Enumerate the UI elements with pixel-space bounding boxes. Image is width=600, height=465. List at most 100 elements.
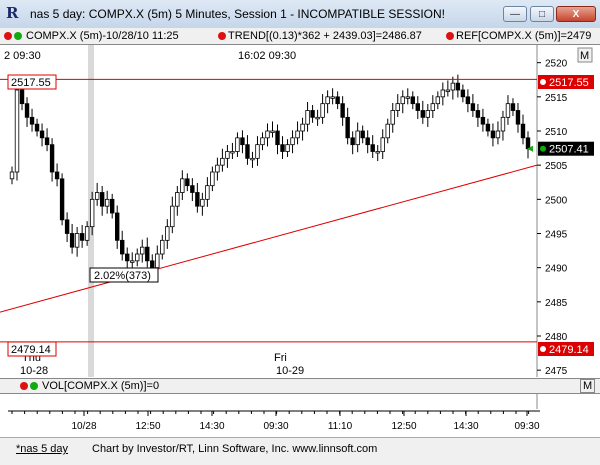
window-title-bar[interactable]: R nas 5 day: COMPX.X (5m) 5 Minutes, Ses… xyxy=(0,0,600,29)
price-chart[interactable]: 2520 2515 2510 2505 2500 2495 2490 2485 2480 2475… xyxy=(0,45,600,377)
y-tick-label: 2505 xyxy=(545,161,568,172)
candle-body xyxy=(135,253,140,262)
app-icon: R xyxy=(6,4,19,22)
candle-body xyxy=(295,130,300,139)
candle-body xyxy=(155,253,160,269)
candle-body xyxy=(515,110,521,125)
series-status-dot-green[interactable] xyxy=(14,32,22,40)
volume-legend[interactable]: VOL[COMPX.X (5m)]=0 xyxy=(42,380,159,392)
volume-status-dot-green[interactable] xyxy=(30,382,38,390)
annotation-text: 2.02%(373) xyxy=(94,270,151,282)
x-tick-label: 12:50 xyxy=(391,421,416,432)
candle-body xyxy=(400,96,405,105)
series-status-dot-red[interactable] xyxy=(4,32,12,40)
candle-body xyxy=(280,144,285,152)
candle-body xyxy=(450,82,456,91)
candle-body xyxy=(39,130,45,139)
maximize-button[interactable]: □ xyxy=(530,6,554,22)
candle-body xyxy=(330,96,335,99)
candle-body xyxy=(305,110,310,125)
candle-body xyxy=(460,89,466,98)
price-chart-svg: 2520 2515 2510 2505 2500 2495 2490 2485 2480 2475… xyxy=(0,45,600,377)
ref-label-top-left: 2517.55 xyxy=(11,77,51,89)
y-tick-label: 2520 xyxy=(545,59,568,70)
candle-body xyxy=(375,151,380,154)
ref-label-bottom-right: 2479.14 xyxy=(549,344,589,356)
candle-body xyxy=(360,130,365,139)
candle-body xyxy=(500,116,506,132)
candle-body xyxy=(185,178,190,187)
candle-body xyxy=(475,110,481,118)
candle-body xyxy=(225,151,230,159)
y-tick-label: 2485 xyxy=(545,298,568,309)
candle-body xyxy=(29,116,35,125)
candle-body xyxy=(310,110,315,118)
candle-body xyxy=(525,137,531,150)
volume-menu-button[interactable]: M xyxy=(580,379,596,393)
candle-body xyxy=(190,185,195,193)
volume-status-dot-red[interactable] xyxy=(20,382,28,390)
candle-body xyxy=(455,82,461,91)
ref-status-dot[interactable] xyxy=(446,32,454,40)
menu-button[interactable]: M xyxy=(577,47,593,63)
chart-tab[interactable]: *nas 5 day xyxy=(16,443,68,455)
x-tick-label: 10/28 xyxy=(71,421,96,432)
candle-body xyxy=(120,239,125,255)
candle-body xyxy=(235,137,240,152)
candle-body xyxy=(290,137,295,146)
candle-body xyxy=(510,103,516,111)
candle-body xyxy=(270,130,275,133)
legend-series-ref[interactable]: REF[COMPX.X (5m)]=2479 xyxy=(456,30,591,42)
candle-body xyxy=(325,96,330,105)
candle-body xyxy=(220,157,225,166)
candle-body xyxy=(415,103,420,111)
candle-body xyxy=(59,178,65,221)
candle-body xyxy=(520,123,526,139)
date-label-fri: 10-29 xyxy=(276,365,304,377)
candle-body xyxy=(200,198,205,207)
x-tick-label: 14:30 xyxy=(199,421,224,432)
candle-body xyxy=(380,137,385,152)
x-axis-svg: 10/28 12:50 14:30 09:30 11:10 12:50 14:30 09:30 xyxy=(8,410,540,432)
candle-body xyxy=(480,116,486,125)
ref-label-bottom-dot xyxy=(540,346,546,352)
candle-body xyxy=(345,116,350,139)
x-tick-label: 14:30 xyxy=(453,421,478,432)
candle-body xyxy=(430,103,436,111)
candle-body xyxy=(24,103,30,118)
ref-label-top-dot xyxy=(540,79,546,85)
x-tick-label: 11:10 xyxy=(328,421,353,432)
candle-body xyxy=(115,212,120,241)
candle-body xyxy=(255,144,260,159)
candle-body xyxy=(435,96,441,105)
minimize-button[interactable]: — xyxy=(503,6,527,22)
candle-body xyxy=(19,89,25,105)
candle-body xyxy=(165,226,170,241)
credits-text: Chart by Investor/RT, Linn Software, Inc… xyxy=(92,443,378,455)
candle-body xyxy=(245,144,250,159)
status-footer: *nas 5 day Chart by Investor/RT, Linn So… xyxy=(0,437,600,465)
legend-series-price[interactable]: COMPX.X (5m)-10/28/10 11:25 xyxy=(26,30,179,42)
candle-body xyxy=(370,144,375,152)
candle-body xyxy=(215,164,220,173)
candle-body xyxy=(405,96,410,99)
candle-body xyxy=(130,260,135,263)
candle-body xyxy=(420,110,425,118)
candle-body xyxy=(485,123,491,132)
candle-body xyxy=(505,103,511,118)
legend-series-trend[interactable]: TREND[(0.13)*362 + 2439.03]=2486.87 xyxy=(228,30,422,42)
candle-body xyxy=(265,130,270,139)
last-price-label: 2507.41 xyxy=(549,144,589,156)
candle-body xyxy=(470,103,476,111)
candle-body xyxy=(300,123,305,132)
candle-body xyxy=(490,130,496,139)
volume-pane[interactable] xyxy=(0,393,600,409)
candle-body xyxy=(150,260,155,269)
move-annotation[interactable]: 2.02%(373) xyxy=(89,267,159,283)
close-button[interactable]: X xyxy=(556,6,596,22)
candle-body xyxy=(84,226,90,241)
trend-status-dot[interactable] xyxy=(218,32,226,40)
day-label-fri: Fri xyxy=(274,352,287,364)
chart-legend-bar: COMPX.X (5m)-10/28/10 11:25 TREND[(0.13)… xyxy=(0,28,600,45)
candle-body xyxy=(465,96,471,105)
